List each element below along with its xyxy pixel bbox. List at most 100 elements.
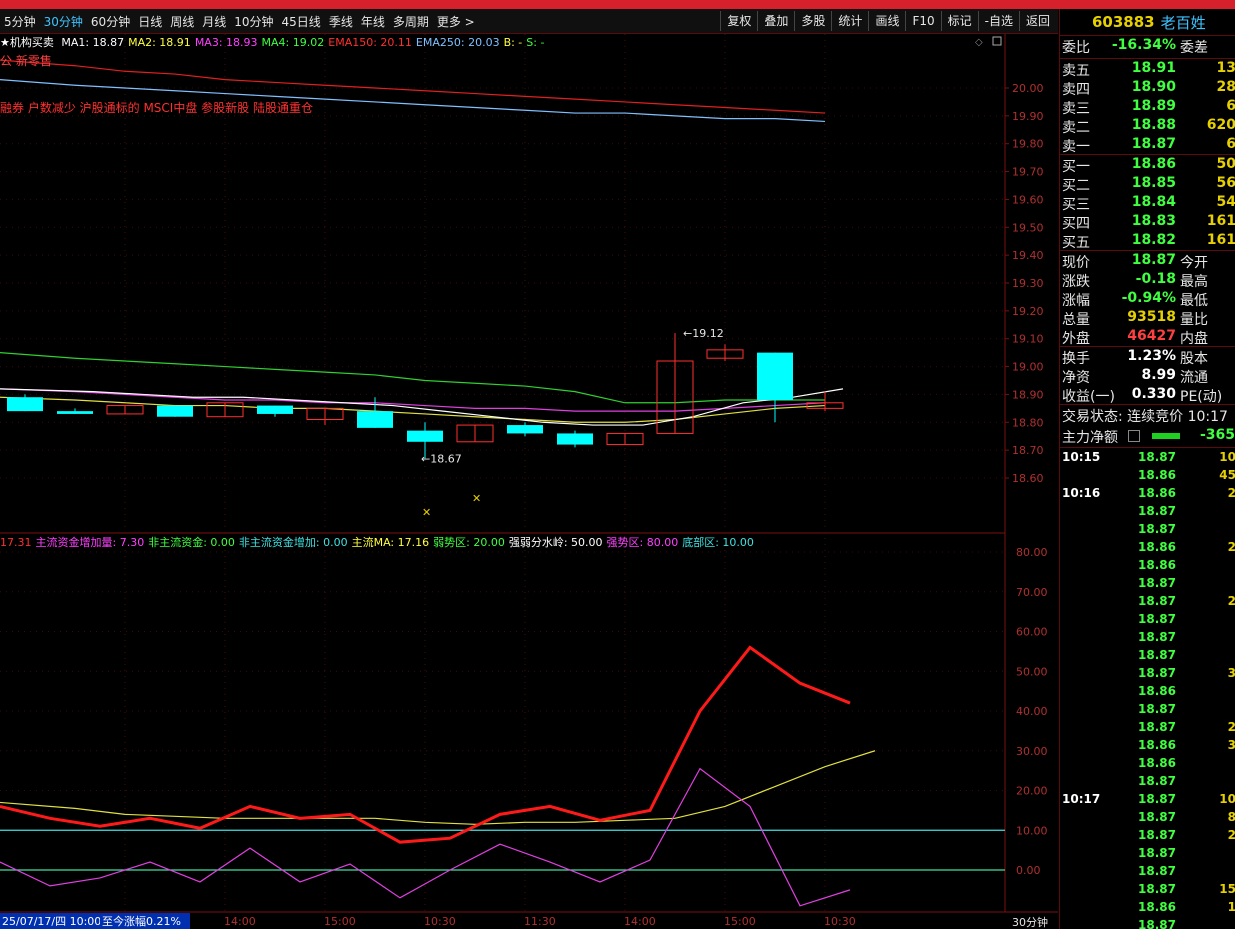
price-tick-label: 19.90 [1012,110,1044,123]
price-tick-label: 18.90 [1012,388,1044,401]
toolbar-button[interactable]: 返回 [1018,11,1056,31]
toolbar-button[interactable]: 叠加 [757,11,794,31]
sub-tick-label: 0.00 [1016,864,1041,877]
stat-value: 0.330 [1131,386,1176,402]
period-tab[interactable]: 更多 > [433,13,479,30]
time-axis-label: 10:30 [424,915,456,928]
order-level[interactable]: 买一 18.86 50 [1060,155,1235,175]
stat-label: 涨跌 [1062,274,1090,290]
order-level[interactable]: 卖五 18.91 13 [1060,59,1235,79]
time-axis-label: 10:30 [824,915,856,928]
level-volume: 54 [1216,194,1235,210]
price-tick-label: 19.20 [1012,305,1044,318]
toolbar-button[interactable]: -自选 [977,11,1019,31]
tick-time: 10:16 [1062,486,1101,500]
level-price: 18.85 [1131,175,1176,191]
sub-legend-item: 底部区: 10.00 [682,536,754,549]
period-tab[interactable]: 10分钟 [230,13,277,30]
period-tab[interactable]: 月线 [198,13,230,30]
tick-price: 18.87 [1138,450,1176,464]
period-tab[interactable]: 30分钟 [40,13,87,30]
order-level[interactable]: 买五 18.82 161 [1060,231,1235,251]
order-level[interactable]: 卖一 18.87 6 [1060,135,1235,155]
toolbar-button[interactable]: 标记 [940,11,978,31]
level-price: 18.86 [1131,156,1176,172]
stat-row: 外盘 46427 内盘 [1060,327,1235,347]
window-toggle-icon[interactable] [992,36,1002,46]
candle-body [507,425,543,434]
stat-row: 收益(一) 0.330 PE(动) [1060,385,1235,405]
level-price: 18.82 [1131,232,1176,248]
stat-value: -0.94% [1121,290,1176,306]
sub-tick-label: 30.00 [1016,745,1048,758]
level-label: 卖四 [1062,82,1090,98]
tick-row: 18.87 [1060,628,1235,646]
stat-label: 外盘 [1062,331,1090,347]
tick-row: 18.86 1 [1060,898,1235,916]
toolbar-button[interactable]: 多股 [794,11,831,31]
level-volume: 28 [1216,79,1235,95]
price-tick-label: 19.70 [1012,166,1044,179]
stat-value: 8.99 [1141,367,1176,383]
tick-row: 18.86 3 [1060,736,1235,754]
toolbar-button[interactable]: F10 [905,11,940,31]
tick-price: 18.87 [1138,702,1176,716]
tick-price: 18.87 [1138,828,1176,842]
toolbar-buttons: 复权 叠加 多股 统计 画线 F10 标记 -自选 返回 [720,11,1056,31]
sub-flow-increase-line [0,767,851,907]
period-tab[interactable]: 周线 [166,13,198,30]
period-tabs: 5分钟 30分钟 60分钟 日线 周线 月线 10分钟 45日线 季线 年线 多周期 更多 > [0,9,479,33]
tick-list[interactable]: 10:1518.871018.864510:1618.86218.8718.87… [1060,448,1235,929]
tick-row: 18.87 [1060,520,1235,538]
stat-label: 现价 [1062,255,1090,271]
tick-row: 10:15 18.87 10 [1060,448,1235,466]
order-level[interactable]: 买四 18.83 161 [1060,212,1235,232]
period-tab[interactable]: 5分钟 [0,13,40,30]
stat-label-2: 今开 [1180,255,1208,271]
level-volume: 6 [1196,136,1235,152]
stats-block: 现价 18.87 今开 涨跌 -0.18 最高 涨幅 -0.94% 最低 总量 93518 量比 外盘 4… [1060,251,1235,347]
tick-row: 18.87 [1060,502,1235,520]
order-level[interactable]: 买三 18.84 54 [1060,193,1235,213]
period-tab[interactable]: 季线 [325,13,357,30]
list-icon[interactable] [1128,430,1140,442]
period-tab[interactable]: 45日线 [278,13,325,30]
order-level[interactable]: 卖二 18.88 620 [1060,116,1235,136]
period-tab[interactable]: 日线 [134,13,166,30]
tick-price: 18.86 [1138,558,1176,572]
candle-body [557,433,593,445]
tick-volume: 10 [1219,450,1235,464]
tick-volume: 2 [1210,486,1235,500]
time-axis-label: 14:00 [624,915,656,928]
candle-body [357,411,393,428]
tick-volume: 3 [1210,666,1235,680]
stat-value: 18.87 [1131,252,1176,268]
period-label: 30分钟 [1012,915,1048,929]
toolbar-button[interactable]: 画线 [868,11,905,31]
level-volume: 50 [1216,156,1235,172]
toolbar-button[interactable]: 复权 [720,11,757,31]
tick-time: 10:17 [1062,792,1101,806]
toolbar-button[interactable]: 统计 [831,11,868,31]
stat-value: 1.23% [1127,348,1176,364]
stock-name[interactable]: 老百姓 [1161,12,1206,33]
price-tick-label: 19.00 [1012,361,1044,374]
level-label: 卖一 [1062,139,1090,155]
order-level[interactable]: 买二 18.85 56 [1060,174,1235,194]
kline-chart[interactable]: 20.00 19.90 19.80 19.70 19.60 19.50 19.40 19.30… [0,34,1058,929]
price-tick-label: 19.80 [1012,138,1044,151]
order-level[interactable]: 卖四 18.90 28 [1060,78,1235,98]
period-tab[interactable]: 多周期 [389,13,433,30]
tick-volume: 10 [1219,792,1235,806]
sub-tick-label: 50.00 [1016,665,1048,678]
price-tick-label: 20.00 [1012,82,1044,95]
tick-volume: 2 [1210,594,1235,608]
sub-legend-item: 非主流资金增加: 0.00 [238,536,348,549]
period-tab[interactable]: 60分钟 [87,13,134,30]
level-label: 买二 [1062,178,1090,194]
tick-volume: 2 [1210,828,1235,842]
stat-value: -0.18 [1135,271,1176,287]
diamond-icon[interactable]: ◇ [975,37,983,48]
period-tab[interactable]: 年线 [357,13,389,30]
order-level[interactable]: 卖三 18.89 6 [1060,97,1235,117]
